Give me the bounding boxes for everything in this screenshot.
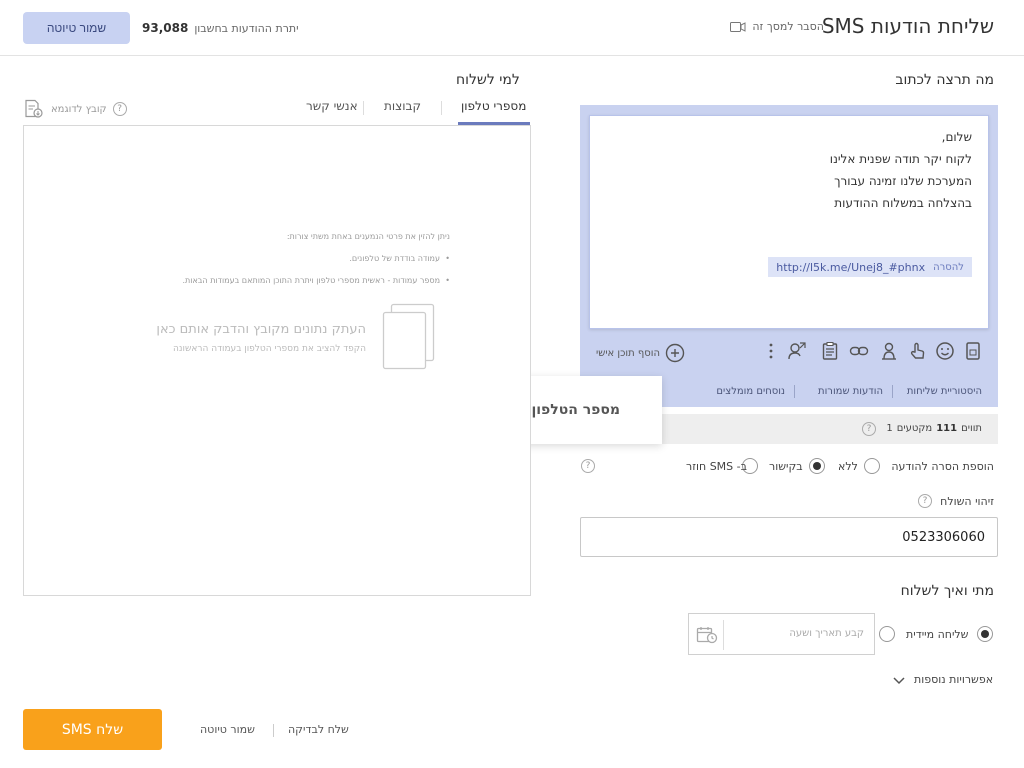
paste-drop-zone[interactable]: ניתן להזין את פרטי הנמענים באחת משתי צור… — [23, 125, 531, 596]
message-textarea[interactable]: שלום, לקוח יקר תודה שפנית אלינו המערכת ש… — [589, 115, 989, 329]
divider — [892, 385, 893, 398]
sim-card-icon[interactable] — [962, 340, 984, 362]
chevron-down-icon — [892, 675, 906, 685]
chars-value: 111 — [936, 423, 958, 434]
drop-zone-title: העתק נתונים מקובץ והדבק אותם כאן — [156, 322, 366, 337]
tab-contacts[interactable]: אנשי קשר — [306, 99, 358, 113]
page-title: שליחת הודעות SMS — [821, 14, 994, 38]
message-balance: 93,088 יתרת ההודעות בחשבון — [142, 21, 299, 35]
sample-file-link[interactable]: ? קובץ לדוגמא — [23, 99, 127, 119]
explain-screen-link[interactable]: הסבר למסך זה — [730, 20, 824, 33]
sample-help-icon[interactable]: ? — [112, 102, 127, 116]
schedule-section-title: מתי ואיך לשלוח — [900, 583, 994, 599]
unsubscribe-link-label: בקישור — [769, 460, 803, 473]
schedule-datetime-field[interactable]: קבע תאריך ושעה — [688, 613, 875, 655]
person-pin-icon[interactable] — [878, 340, 900, 362]
tab-phone-numbers[interactable]: מספרי טלפון — [461, 99, 526, 113]
add-personal-label: הוסף תוכן אישי — [596, 347, 661, 359]
plus-circle-icon — [665, 343, 685, 363]
recommended-templates-link[interactable]: נוסחים מומלצים — [716, 386, 785, 397]
more-vertical-icon[interactable] — [760, 340, 782, 362]
instructions-title: ניתן להזין את פרטי הנמענים באחת משתי צור… — [286, 232, 450, 241]
divider — [441, 101, 442, 115]
unsubscribe-none-label: ללא — [838, 460, 858, 473]
message-line: שלום, — [941, 130, 972, 144]
segments-label: מקטעים — [896, 423, 933, 434]
sample-file-label: קובץ לדוגמא — [51, 103, 107, 115]
balance-label: יתרת ההודעות בחשבון — [194, 22, 299, 35]
sender-help-icon[interactable]: ? — [918, 494, 932, 508]
sender-id-input[interactable] — [580, 517, 998, 557]
instructions: ניתן להזין את פרטי הנמענים באחת משתי צור… — [182, 226, 450, 292]
file-download-icon — [23, 99, 45, 119]
unsubscribe-sms-label: ב- SMS חוזר — [686, 460, 747, 473]
send-test-link[interactable]: שלח לבדיקה — [288, 723, 349, 736]
link-url: http://l5k.me/Unej8_#phnx — [776, 260, 926, 274]
history-link[interactable]: היסטוריית שליחות — [907, 386, 982, 397]
add-personal-content-button[interactable]: הוסף תוכן אישי — [596, 343, 685, 363]
compose-section-title: מה תרצה לכתוב — [895, 72, 994, 88]
schedule-later-radio[interactable] — [879, 626, 895, 642]
unsubscribe-label: הוספת הסרה להודעה — [891, 460, 994, 473]
unsubscribe-help-icon[interactable]: ? — [581, 459, 595, 473]
divider — [794, 385, 795, 398]
video-icon — [730, 21, 746, 33]
link-icon[interactable] — [848, 340, 870, 362]
drop-zone-subtitle: הקפד להציב את מספרי הטלפון בעמודה הראשונ… — [173, 344, 366, 354]
sender-id-label: זיהוי השולח — [940, 495, 994, 508]
schedule-placeholder: קבע תאריך ושעה — [789, 628, 864, 639]
hand-pointer-icon[interactable] — [906, 340, 928, 362]
unsubscribe-link-chip[interactable]: להסרה http://l5k.me/Unej8_#phnx — [768, 257, 972, 277]
unsubscribe-link-radio[interactable] — [809, 458, 825, 474]
send-sms-button[interactable]: שלח SMS — [23, 709, 162, 750]
more-options-toggle[interactable]: אפשרויות נוספות — [892, 673, 993, 686]
recipients-section-title: למי לשלוח — [456, 72, 520, 88]
message-text: שלום, לקוח יקר תודה שפנית אלינו המערכת ש… — [830, 126, 972, 214]
save-draft-top-button[interactable]: שמור טיוטה — [23, 12, 130, 44]
divider — [273, 724, 274, 737]
tab-groups[interactable]: קבוצות — [384, 99, 421, 113]
chars-label: תווים — [961, 423, 982, 434]
emoji-icon[interactable] — [934, 340, 956, 362]
counter-help-icon[interactable]: ? — [862, 422, 876, 436]
balance-value: 93,088 — [142, 21, 189, 35]
person-badge-icon[interactable] — [786, 340, 808, 362]
recipients-tabs: מספרי טלפון קבוצות אנשי קשר ? קובץ לדוגמ… — [23, 97, 530, 125]
calendar-clock-icon[interactable] — [696, 625, 718, 645]
message-line: בהצלחה במשלוח ההודעות — [834, 196, 972, 210]
send-immediately-radio[interactable] — [977, 626, 993, 642]
more-options-label: אפשרויות נוספות — [914, 673, 994, 686]
segments-value: 1 — [886, 423, 893, 434]
form-clipboard-icon[interactable] — [819, 340, 841, 362]
explain-label: הסבר למסך זה — [752, 20, 824, 33]
character-counter: תווים 111 מקטעים 1 — [886, 423, 982, 434]
message-line: המערכת שלנו זמינה עבורך — [834, 174, 972, 188]
send-immediately-label: שליחה מיידית — [906, 628, 969, 641]
instructions-item: עמודה בודדת של טלפונים. — [182, 248, 450, 270]
instructions-item: מספר עמודות - ראשית מספרי טלפון ויתרת הת… — [182, 270, 450, 292]
divider — [723, 620, 724, 650]
unsubscribe-none-radio[interactable] — [864, 458, 880, 474]
link-remove-label: להסרה — [933, 261, 964, 273]
saved-messages-link[interactable]: הודעות שמורות — [818, 386, 883, 397]
save-draft-link[interactable]: שמור טיוטה — [200, 723, 255, 736]
divider — [363, 101, 364, 115]
message-line: לקוח יקר תודה שפנית אלינו — [829, 152, 972, 166]
copy-files-icon — [381, 302, 437, 370]
